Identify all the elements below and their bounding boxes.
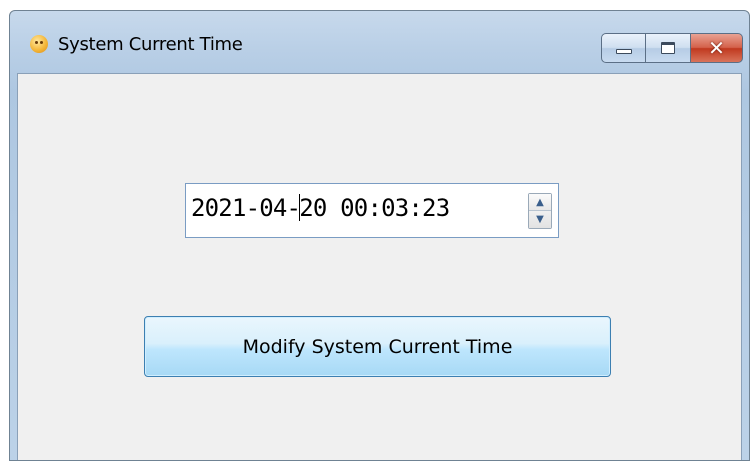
client-area: 2021-04-20 00:03:23 ▲ ▼ Modify System Cu… <box>17 73 742 460</box>
datetime-value-part2: 20 00:03:23 <box>299 194 450 222</box>
datetime-value[interactable]: 2021-04-20 00:03:23 <box>191 194 450 222</box>
spin-down-button[interactable]: ▼ <box>529 211 551 228</box>
close-icon: ✕ <box>708 36 725 60</box>
spin-up-button[interactable]: ▲ <box>529 194 551 211</box>
datetime-picker[interactable]: 2021-04-20 00:03:23 ▲ ▼ <box>185 183 559 238</box>
datetime-spinner: ▲ ▼ <box>528 193 552 229</box>
minimize-icon <box>616 49 632 54</box>
app-icon <box>30 35 48 53</box>
minimize-button[interactable] <box>601 33 646 63</box>
close-button[interactable]: ✕ <box>691 33 743 63</box>
datetime-value-part1: 2021-04- <box>191 194 301 222</box>
title-bar[interactable]: System Current Time ✕ <box>10 11 749 73</box>
caption-buttons: ✕ <box>601 33 743 63</box>
modify-system-time-button[interactable]: Modify System Current Time <box>144 316 611 377</box>
app-window: System Current Time ✕ 2021-04-20 00:03:2… <box>9 10 750 461</box>
maximize-icon <box>661 42 675 54</box>
window-title: System Current Time <box>58 34 243 55</box>
maximize-button[interactable] <box>646 33 691 63</box>
